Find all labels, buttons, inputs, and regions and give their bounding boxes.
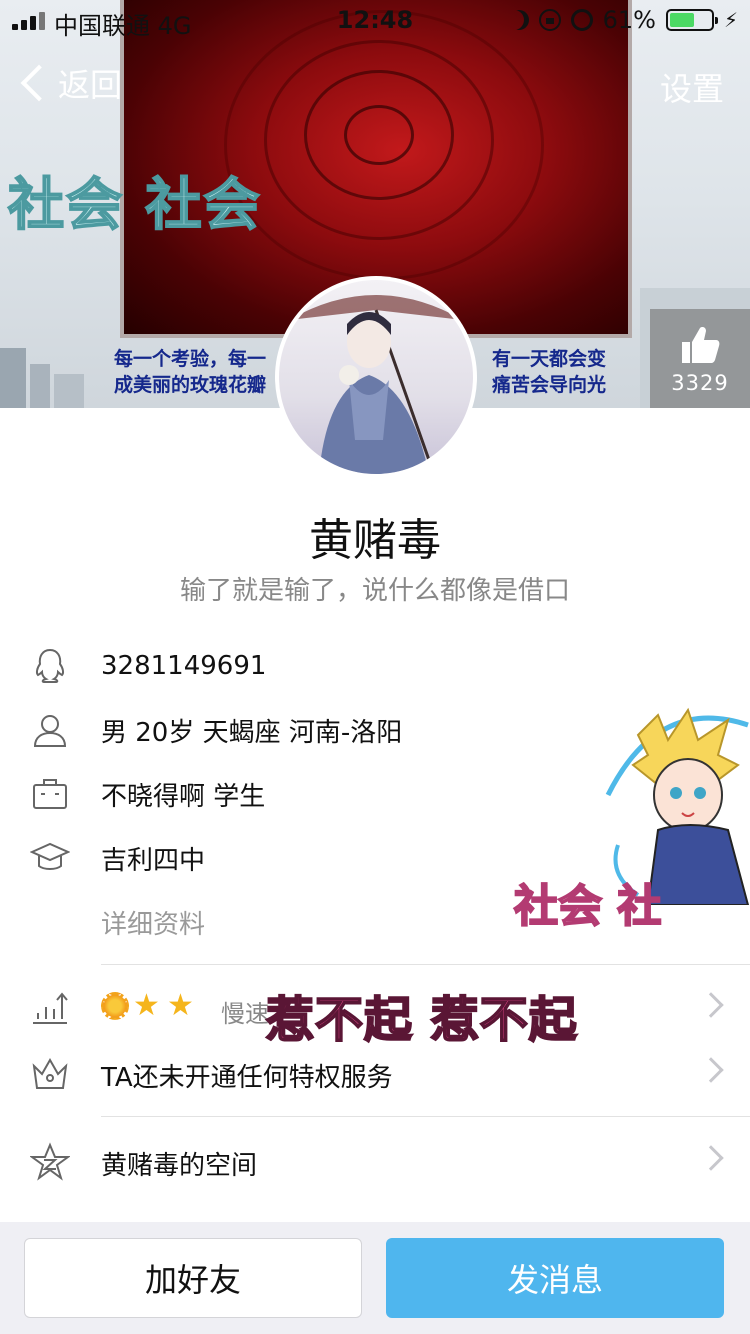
chevron-left-icon bbox=[20, 64, 58, 102]
status-icons: 61% ⚡ bbox=[509, 6, 738, 34]
alarm-icon bbox=[570, 9, 593, 31]
person-icon bbox=[33, 715, 67, 747]
qq-number: 3281149691 bbox=[101, 651, 267, 681]
cover-overlay-text: 社会 社会 bbox=[7, 160, 262, 241]
city-skyline bbox=[54, 374, 84, 408]
provoke-sticker: 惹不起 惹不起 bbox=[265, 980, 578, 1050]
settings-button[interactable]: 设置 bbox=[660, 64, 724, 110]
avatar[interactable] bbox=[275, 276, 477, 478]
social-sticker-text: 社会 社 bbox=[513, 880, 662, 933]
level-badges: ★ ★ bbox=[101, 988, 197, 1023]
star-icon: ★ bbox=[167, 988, 194, 1023]
charging-icon: ⚡ bbox=[723, 8, 738, 32]
social-sticker: 社会 社 bbox=[513, 870, 662, 934]
bottom-action-bar: 加好友 发消息 bbox=[0, 1222, 750, 1334]
divider bbox=[101, 1116, 750, 1117]
cover-overlay-label: 社会 社会 bbox=[7, 172, 262, 239]
briefcase-icon bbox=[33, 779, 67, 809]
cover-quote-left: 每一个考验，每一 成美丽的玫瑰花瓣 bbox=[114, 346, 266, 398]
qzone-row[interactable]: 黄赌毒的空间 bbox=[0, 1119, 750, 1205]
job-info: 不晓得啊 学生 bbox=[101, 781, 266, 812]
quote-line: 痛苦会导向光 bbox=[492, 374, 607, 396]
avatar-picture bbox=[279, 280, 473, 474]
crown-icon bbox=[32, 1057, 68, 1089]
qzone-star-icon bbox=[30, 1142, 70, 1181]
nickname: 黄赌毒 bbox=[309, 515, 441, 566]
add-friend-button[interactable]: 加好友 bbox=[24, 1238, 362, 1318]
detail-info-link[interactable]: 详细资料 bbox=[101, 904, 205, 941]
rotation-lock-icon bbox=[538, 9, 561, 31]
sun-icon bbox=[101, 992, 129, 1020]
qq-number-row: 3281149691 bbox=[0, 634, 750, 698]
chevron-right-icon bbox=[698, 1145, 724, 1171]
like-button[interactable]: 3329 bbox=[650, 309, 750, 408]
graduation-cap-icon bbox=[30, 842, 70, 870]
star-icon: ★ bbox=[133, 988, 160, 1023]
divider bbox=[101, 964, 750, 965]
back-button[interactable]: 返回 bbox=[14, 60, 122, 106]
quote-line: 每一个考验，每一 bbox=[114, 348, 267, 370]
signature: 输了就是输了，说什么都像是借口 bbox=[179, 576, 570, 606]
cover-quote-right: 有一天都会变 痛苦会导向光 bbox=[492, 346, 606, 398]
qzone-label: 黄赌毒的空间 bbox=[101, 1151, 258, 1181]
do-not-disturb-icon bbox=[509, 10, 529, 30]
city-skyline bbox=[0, 348, 26, 408]
thumbs-up-icon bbox=[682, 326, 720, 363]
city-skyline bbox=[30, 364, 50, 408]
school-name: 吉利四中 bbox=[101, 845, 206, 876]
quote-line: 成美丽的玫瑰花瓣 bbox=[114, 374, 267, 396]
qq-penguin-icon bbox=[35, 648, 65, 683]
privilege-label: TA还未开通任何特权服务 bbox=[101, 1063, 393, 1093]
chevron-right-icon bbox=[698, 992, 724, 1018]
quote-line: 有一天都会变 bbox=[492, 348, 607, 370]
chevron-right-icon bbox=[698, 1057, 724, 1083]
battery-percent: 61% bbox=[602, 6, 656, 34]
send-message-button[interactable]: 发消息 bbox=[386, 1238, 724, 1318]
avatar-illustration bbox=[289, 295, 463, 474]
rose-petal bbox=[344, 105, 414, 165]
status-bar: 中国联通 4G 12:48 61% ⚡ bbox=[0, 0, 750, 40]
battery-icon bbox=[665, 9, 718, 31]
level-chart-icon bbox=[33, 992, 68, 1024]
basic-info: 男 20岁 天蝎座 河南-洛阳 bbox=[101, 717, 403, 748]
like-count: 3329 bbox=[671, 370, 729, 395]
provoke-sticker-text: 惹不起 惹不起 bbox=[265, 991, 578, 1049]
back-label: 返回 bbox=[58, 66, 123, 104]
battery-fill bbox=[669, 13, 695, 27]
level-speed: 慢速 bbox=[221, 1000, 269, 1028]
